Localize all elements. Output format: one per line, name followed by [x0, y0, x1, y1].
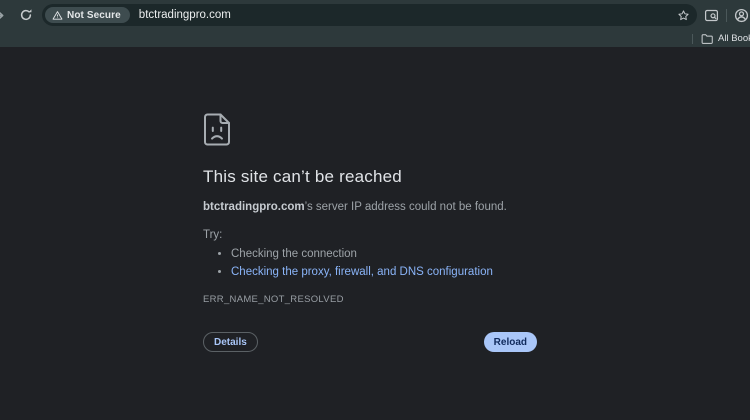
error-title: This site can’t be reached [203, 167, 402, 186]
proxy-settings-link[interactable]: Checking the proxy, firewall, and DNS co… [231, 266, 493, 278]
bookmarks-bar: All Bookmarks [0, 30, 750, 47]
warning-triangle-icon [52, 10, 63, 21]
suggestion-list: Checking the connection Checking the pro… [203, 247, 537, 279]
all-bookmarks-label: All Bookmarks [718, 33, 750, 44]
forward-icon[interactable] [0, 8, 5, 23]
suggestion-item: Checking the proxy, firewall, and DNS co… [231, 265, 537, 280]
folder-icon [701, 33, 713, 44]
suggestion-text: Checking the connection [231, 248, 357, 260]
reload-button[interactable]: Reload [483, 332, 537, 352]
side-panel-search-icon[interactable] [704, 8, 719, 23]
suggestion-item: Checking the connection [231, 247, 537, 262]
bookmarks-divider [692, 33, 693, 44]
bookmark-star-icon[interactable] [677, 9, 690, 22]
try-label: Try: [203, 229, 223, 241]
error-page: This site can’t be reached btctradingpro… [0, 47, 750, 420]
error-description-rest: ’s server IP address could not be found. [304, 201, 507, 213]
url-text[interactable]: btctradingpro.com [139, 9, 677, 21]
not-secure-chip[interactable]: Not Secure [45, 7, 130, 23]
not-secure-label: Not Secure [67, 9, 121, 21]
error-description: btctradingpro.com’s server IP address co… [203, 200, 537, 214]
button-row: Details Reload [203, 332, 537, 352]
toolbar-divider [726, 8, 727, 22]
profile-icon[interactable] [734, 8, 749, 23]
browser-toolbar: Not Secure btctradingpro.com [0, 0, 750, 30]
error-code: ERR_NAME_NOT_RESOLVED [203, 294, 344, 305]
all-bookmarks-button[interactable]: All Bookmarks [701, 33, 750, 44]
details-button[interactable]: Details [203, 332, 258, 352]
address-bar[interactable]: Not Secure btctradingpro.com [42, 4, 697, 26]
reload-icon[interactable] [19, 8, 33, 22]
sad-page-icon [204, 113, 230, 146]
error-domain: btctradingpro.com [203, 201, 305, 213]
